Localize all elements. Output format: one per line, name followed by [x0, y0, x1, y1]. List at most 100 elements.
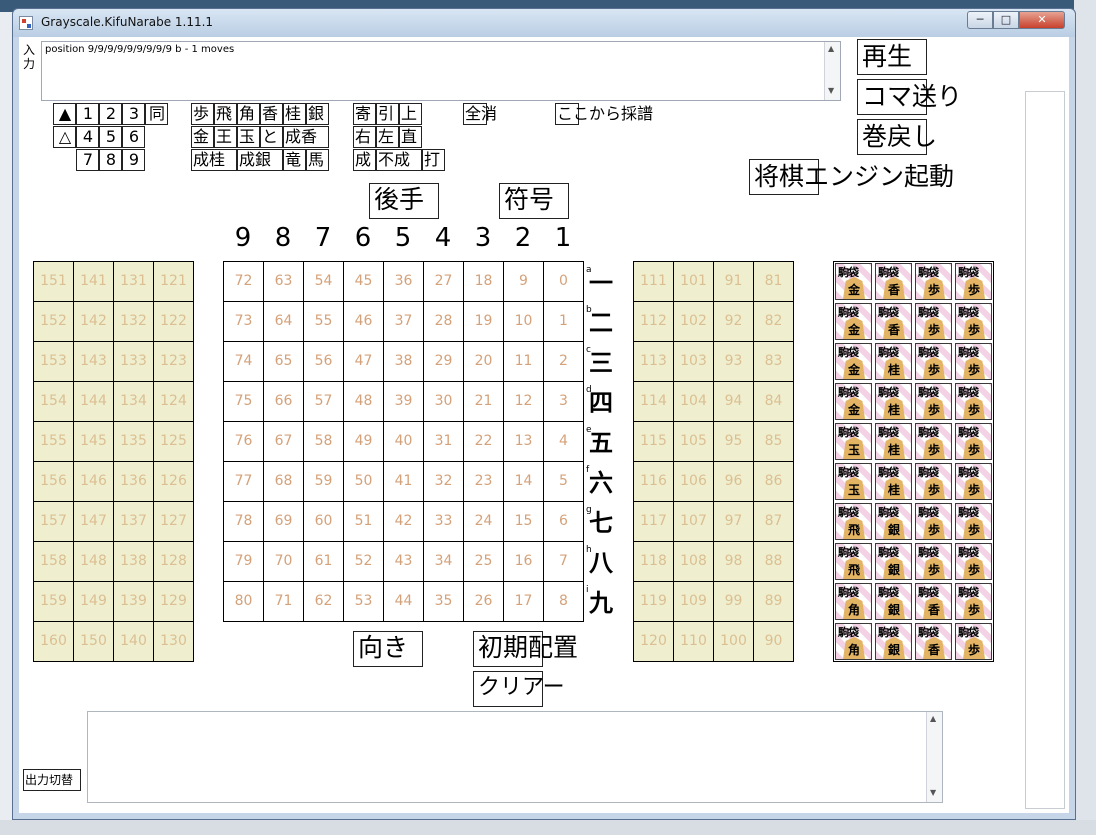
grid-cell[interactable]: 81	[754, 262, 794, 302]
grid-cell[interactable]: 35	[424, 582, 464, 622]
piece-bag[interactable]: 駒袋歩	[915, 423, 952, 460]
piece-bag[interactable]: 駒袋歩	[915, 303, 952, 340]
piece-bag[interactable]: 駒袋歩	[955, 463, 992, 500]
grid-cell[interactable]: 119	[634, 582, 674, 622]
grid-cell[interactable]: 33	[424, 502, 464, 542]
move-pad-key[interactable]: 上	[399, 103, 422, 125]
piece-bag[interactable]: 駒袋銀	[875, 623, 912, 660]
orientation-button[interactable]: 向き	[353, 631, 423, 667]
piece-bag[interactable]: 駒袋歩	[915, 503, 952, 540]
position-input[interactable]: position 9/9/9/9/9/9/9/9/9 b - 1 moves ▲…	[41, 41, 841, 101]
grid-cell[interactable]: 132	[114, 302, 154, 342]
grid-cell[interactable]: 65	[264, 342, 304, 382]
piece-bag[interactable]: 駒袋歩	[915, 543, 952, 580]
turn-pad-key[interactable]: 5	[99, 126, 122, 148]
piece-pad-key[interactable]: 飛	[214, 103, 237, 125]
grid-cell[interactable]: 96	[714, 462, 754, 502]
grid-cell[interactable]: 31	[424, 422, 464, 462]
grid-cell[interactable]: 23	[464, 462, 504, 502]
grid-cell[interactable]: 124	[154, 382, 194, 422]
piece-bag[interactable]: 駒袋歩	[915, 263, 952, 300]
grid-cell[interactable]: 19	[464, 302, 504, 342]
grid-cell[interactable]: 142	[74, 302, 114, 342]
turn-pad-key[interactable]: 8	[99, 149, 122, 171]
grid-cell[interactable]: 18	[464, 262, 504, 302]
grid-cell[interactable]: 42	[384, 502, 424, 542]
grid-cell[interactable]: 12	[504, 382, 544, 422]
grid-cell[interactable]: 78	[224, 502, 264, 542]
grid-cell[interactable]: 159	[34, 582, 74, 622]
piece-pad-key[interactable]: 王	[214, 126, 237, 148]
scroll-up-icon[interactable]: ▲	[828, 44, 834, 53]
grid-cell[interactable]: 13	[504, 422, 544, 462]
grid-cell[interactable]: 8	[544, 582, 584, 622]
turn-pad-key[interactable]: 同	[145, 103, 168, 125]
grid-cell[interactable]: 20	[464, 342, 504, 382]
grid-cell[interactable]: 146	[74, 462, 114, 502]
grid-cell[interactable]: 125	[154, 422, 194, 462]
grid-cell[interactable]: 6	[544, 502, 584, 542]
grid-cell[interactable]: 105	[674, 422, 714, 462]
grid-cell[interactable]: 51	[344, 502, 384, 542]
piece-bag[interactable]: 駒袋歩	[915, 463, 952, 500]
piece-bag[interactable]: 駒袋玉	[835, 463, 872, 500]
grid-cell[interactable]: 86	[754, 462, 794, 502]
grid-cell[interactable]: 90	[754, 622, 794, 662]
grid-cell[interactable]: 101	[674, 262, 714, 302]
grid-cell[interactable]: 36	[384, 262, 424, 302]
scroll-up-icon[interactable]: ▲	[930, 714, 936, 723]
grid-cell[interactable]: 41	[384, 462, 424, 502]
piece-bag[interactable]: 駒袋金	[835, 383, 872, 420]
grid-cell[interactable]: 150	[74, 622, 114, 662]
grid-cell[interactable]: 93	[714, 342, 754, 382]
notation-button[interactable]: 符号	[499, 183, 569, 219]
grid-cell[interactable]: 67	[264, 422, 304, 462]
grid-cell[interactable]: 91	[714, 262, 754, 302]
maximize-button[interactable]: □	[993, 11, 1019, 29]
grid-cell[interactable]: 152	[34, 302, 74, 342]
piece-bag[interactable]: 駒袋歩	[955, 623, 992, 660]
piece-bag[interactable]: 駒袋歩	[955, 423, 992, 460]
move-pad-key[interactable]: 打	[422, 149, 445, 171]
grid-cell[interactable]: 52	[344, 542, 384, 582]
grid-cell[interactable]: 5	[544, 462, 584, 502]
turn-pad-key[interactable]: 1	[76, 103, 99, 125]
close-button[interactable]: ✕	[1019, 11, 1065, 29]
grid-cell[interactable]: 70	[264, 542, 304, 582]
grid-cell[interactable]: 137	[114, 502, 154, 542]
grid-cell[interactable]: 130	[154, 622, 194, 662]
grid-cell[interactable]: 108	[674, 542, 714, 582]
grid-cell[interactable]: 157	[34, 502, 74, 542]
grid-cell[interactable]: 37	[384, 302, 424, 342]
grid-cell[interactable]: 112	[634, 302, 674, 342]
piece-pad-key[interactable]: 馬	[306, 149, 329, 171]
grid-cell[interactable]: 83	[754, 342, 794, 382]
piece-bag[interactable]: 駒袋歩	[955, 303, 992, 340]
piece-bag[interactable]: 駒袋歩	[955, 343, 992, 380]
piece-bag[interactable]: 駒袋香	[915, 623, 952, 660]
grid-cell[interactable]: 53	[344, 582, 384, 622]
grid-cell[interactable]: 30	[424, 382, 464, 422]
move-pad-key[interactable]: 左	[376, 126, 399, 148]
grid-cell[interactable]: 145	[74, 422, 114, 462]
output-scrollbar[interactable]: ▲ ▼	[926, 712, 942, 802]
piece-bag[interactable]: 駒袋香	[875, 303, 912, 340]
piece-pad-key[interactable]: 桂	[283, 103, 306, 125]
grid-cell[interactable]: 21	[464, 382, 504, 422]
grid-cell[interactable]: 140	[114, 622, 154, 662]
piece-bag[interactable]: 駒袋桂	[875, 383, 912, 420]
grid-cell[interactable]: 39	[384, 382, 424, 422]
grid-cell[interactable]: 115	[634, 422, 674, 462]
grid-cell[interactable]: 60	[304, 502, 344, 542]
grid-cell[interactable]: 149	[74, 582, 114, 622]
piece-pad-key[interactable]: 成銀	[237, 149, 283, 171]
grid-cell[interactable]: 77	[224, 462, 264, 502]
step-forward-button[interactable]: コマ送り	[857, 79, 962, 115]
grid-cell[interactable]: 151	[34, 262, 74, 302]
grid-cell[interactable]: 97	[714, 502, 754, 542]
move-pad-key[interactable]: 引	[376, 103, 399, 125]
piece-bag[interactable]: 駒袋香	[915, 583, 952, 620]
grid-cell[interactable]: 64	[264, 302, 304, 342]
grid-cell[interactable]: 11	[504, 342, 544, 382]
grid-cell[interactable]: 61	[304, 542, 344, 582]
